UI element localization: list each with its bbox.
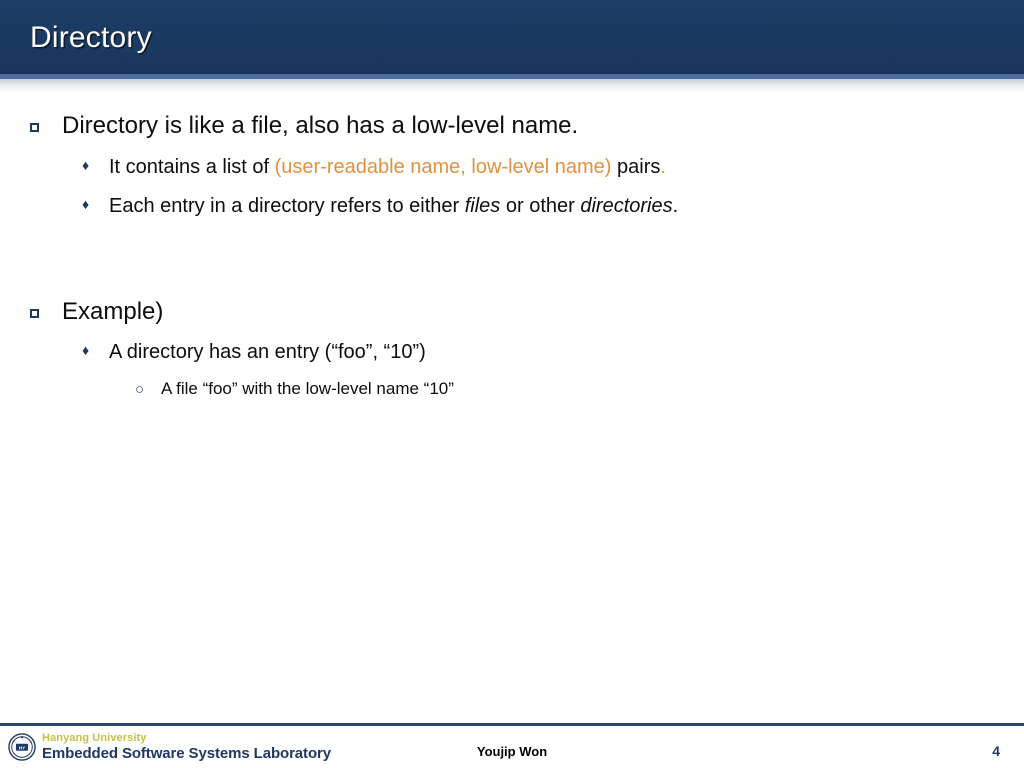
bullet-text-emphasis: directories	[580, 194, 673, 217]
bullet-item: ○ A file “foo” with the low-level name “…	[135, 378, 1024, 401]
bullet-text: A directory has an entry (“foo”, “10”)	[109, 341, 426, 364]
bullet-item: Example)	[30, 296, 1024, 328]
slide: Directory Directory is like a file, also…	[0, 0, 1024, 768]
square-bullet-icon	[30, 110, 62, 137]
footer-author: Youjip Won	[476, 744, 548, 759]
bullet-text-segment: pairs	[611, 155, 661, 178]
slide-footer: HY Hanyang University Embedded Software …	[0, 726, 1024, 768]
bullet-text-segment: It contains a list of	[109, 155, 275, 178]
page-title: Directory	[30, 21, 152, 54]
bullet-text-highlight: .	[660, 155, 666, 178]
bullet-item: ♦ It contains a list of (user-readable n…	[82, 154, 1024, 181]
university-name: Hanyang University	[42, 732, 147, 744]
circle-bullet-icon: ○	[135, 381, 145, 399]
bullet-item: ♦ Each entry in a directory refers to ei…	[82, 193, 1024, 220]
bullet-text-emphasis: files	[464, 194, 501, 217]
bullet-text: Example)	[62, 297, 164, 325]
title-banner: Directory	[0, 0, 1024, 74]
bullet-text: Directory is like a file, also has a low…	[62, 112, 579, 139]
title-shadow-fade	[0, 79, 1024, 93]
bullet-text-segment: .	[672, 194, 679, 217]
diamond-bullet-icon: ♦	[82, 156, 90, 173]
bullet-text: Each entry in a directory refers to eith…	[109, 193, 678, 220]
diamond-bullet-icon: ♦	[82, 342, 90, 359]
page-number: 4	[992, 743, 1000, 759]
diamond-bullet-icon: ♦	[82, 195, 90, 212]
bullet-text: A file “foo” with the low-level name “10…	[161, 379, 454, 399]
bullet-text: It contains a list of (user-readable nam…	[109, 154, 666, 181]
slide-body: Directory is like a file, also has a low…	[0, 100, 1024, 401]
bullet-text-segment: or other	[500, 194, 581, 217]
bullet-item: Directory is like a file, also has a low…	[30, 110, 1024, 142]
bullet-text-segment: Each entry in a directory refers to eith…	[109, 194, 465, 217]
bullet-item: ♦ A directory has an entry (“foo”, “10”)	[82, 339, 1024, 366]
square-bullet-icon	[30, 296, 62, 323]
bullet-text-highlight: (user-readable name, low-level name)	[274, 155, 612, 178]
